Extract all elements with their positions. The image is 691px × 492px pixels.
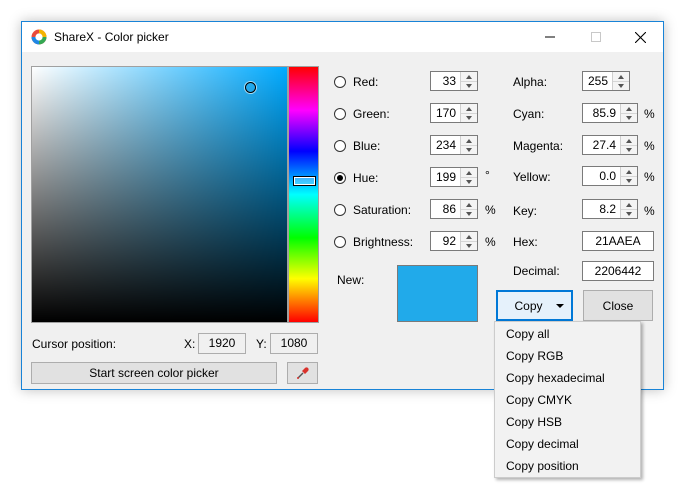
cursor-x-label: X:: [184, 337, 196, 351]
cursor-y-label: Y:: [256, 337, 267, 351]
key-label: Key:: [513, 204, 538, 218]
hue-slider[interactable]: [288, 66, 319, 323]
saturation-unit: %: [485, 203, 496, 217]
key-unit: %: [644, 204, 655, 218]
blue-radio[interactable]: [334, 140, 346, 152]
menu-item-copy-hexadecimal[interactable]: Copy hexadecimal: [496, 367, 639, 389]
hue-unit: °: [485, 168, 490, 182]
copy-button-label: Copy: [514, 298, 543, 313]
brightness-value[interactable]: 92: [443, 234, 456, 248]
red-value[interactable]: 33: [443, 74, 456, 88]
close-button[interactable]: Close: [583, 290, 653, 321]
yellow-value[interactable]: 0.0: [599, 169, 616, 183]
cyan-spinbox[interactable]: 85.9: [582, 103, 638, 123]
saturation-spinbox[interactable]: 86: [430, 199, 478, 219]
saturation-value[interactable]: 86: [443, 202, 456, 216]
alpha-spinbox[interactable]: 255: [582, 71, 630, 91]
start-screen-color-picker-button[interactable]: Start screen color picker: [31, 362, 277, 384]
green-spinbox[interactable]: 170: [430, 103, 478, 123]
cursor-y-value: 1080: [270, 333, 318, 354]
minimize-icon: [545, 36, 555, 38]
spin-down-button[interactable]: [461, 209, 477, 218]
green-label: Green:: [353, 107, 390, 121]
key-spinbox[interactable]: 8.2: [582, 199, 638, 219]
alpha-value[interactable]: 255: [588, 74, 608, 88]
dropdown-arrow-icon: [556, 304, 564, 308]
cursor-x-value: 1920: [198, 333, 246, 354]
key-value[interactable]: 8.2: [599, 202, 616, 216]
new-color-swatch: [397, 265, 478, 322]
spin-down-button[interactable]: [461, 145, 477, 154]
color-selector-cursor[interactable]: [245, 82, 256, 93]
alpha-label: Alpha:: [513, 75, 548, 89]
spin-down-button[interactable]: [621, 176, 637, 185]
cyan-unit: %: [644, 107, 655, 121]
cursor-position-label: Cursor position:: [32, 337, 117, 351]
brightness-spinbox[interactable]: 92: [430, 231, 478, 251]
brightness-unit: %: [485, 235, 496, 249]
menu-item-copy-rgb[interactable]: Copy RGB: [496, 345, 639, 367]
red-radio[interactable]: [334, 76, 346, 88]
hue-spinbox[interactable]: 199: [430, 167, 478, 187]
spin-down-button[interactable]: [613, 81, 629, 90]
blue-label: Blue:: [353, 139, 381, 153]
yellow-label: Yellow:: [513, 170, 551, 184]
minimize-button[interactable]: [527, 22, 573, 52]
magenta-value[interactable]: 27.4: [593, 138, 616, 152]
saturation-label: Saturation:: [353, 203, 412, 217]
decimal-label: Decimal:: [513, 264, 560, 278]
menu-item-copy-decimal[interactable]: Copy decimal: [496, 433, 639, 455]
hue-value[interactable]: 199: [436, 170, 456, 184]
sharex-logo-icon: [31, 29, 47, 45]
saturation-radio[interactable]: [334, 204, 346, 216]
red-label: Red:: [353, 75, 379, 89]
spin-down-button[interactable]: [461, 241, 477, 250]
spin-down-button[interactable]: [621, 209, 637, 218]
yellow-unit: %: [644, 170, 655, 184]
magenta-unit: %: [644, 139, 655, 153]
menu-item-copy-all[interactable]: Copy all: [496, 323, 639, 345]
maximize-icon: [591, 32, 601, 42]
maximize-button: [573, 22, 619, 52]
eyedropper-button[interactable]: [287, 362, 318, 384]
green-radio[interactable]: [334, 108, 346, 120]
decimal-input[interactable]: 2206442: [582, 261, 654, 281]
hue-slider-handle[interactable]: [293, 176, 316, 186]
spin-down-button[interactable]: [461, 81, 477, 90]
red-spinbox[interactable]: 33: [430, 71, 478, 91]
magenta-spinbox[interactable]: 27.4: [582, 135, 638, 155]
yellow-spinbox[interactable]: 0.0: [582, 166, 638, 186]
copy-button[interactable]: Copy: [496, 290, 573, 321]
eyedropper-icon: [296, 367, 309, 379]
blue-spinbox[interactable]: 234: [430, 135, 478, 155]
menu-item-copy-position[interactable]: Copy position: [496, 455, 639, 477]
green-value[interactable]: 170: [436, 106, 456, 120]
window-title: ShareX - Color picker: [54, 30, 169, 44]
title-bar[interactable]: ShareX - Color picker: [22, 22, 663, 52]
close-window-button[interactable]: [617, 22, 663, 52]
cyan-label: Cyan:: [513, 107, 545, 121]
new-color-label: New:: [337, 273, 365, 287]
hex-input[interactable]: 21AAEA: [582, 231, 654, 251]
brightness-label: Brightness:: [353, 235, 414, 249]
magenta-label: Magenta:: [513, 139, 564, 153]
close-icon: [634, 31, 646, 43]
spin-down-button[interactable]: [621, 113, 637, 122]
spin-down-button[interactable]: [461, 113, 477, 122]
menu-item-copy-hsb[interactable]: Copy HSB: [496, 411, 639, 433]
blue-value[interactable]: 234: [436, 138, 456, 152]
spin-down-button[interactable]: [461, 177, 477, 186]
copy-dropdown-menu: Copy all Copy RGB Copy hexadecimal Copy …: [494, 321, 641, 478]
brightness-radio[interactable]: [334, 236, 346, 248]
hex-label: Hex:: [513, 235, 538, 249]
menu-item-copy-cmyk[interactable]: Copy CMYK: [496, 389, 639, 411]
saturation-brightness-area[interactable]: [31, 66, 288, 323]
hue-radio[interactable]: [334, 172, 346, 184]
cyan-value[interactable]: 85.9: [593, 106, 616, 120]
hue-label: Hue:: [353, 171, 379, 185]
spin-down-button[interactable]: [621, 145, 637, 154]
